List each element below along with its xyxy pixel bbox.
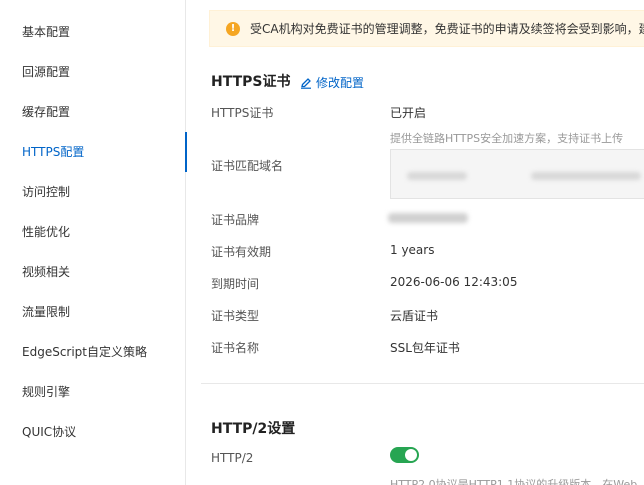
edit-config-link[interactable]: 修改配置 [300, 74, 364, 91]
sidebar-item-label: 访问控制 [22, 185, 71, 199]
domain-match-box [390, 149, 644, 199]
sidebar-item-label: EdgeScript自定义策略 [22, 345, 148, 359]
sidebar-item-access-control[interactable]: 访问控制 [0, 172, 186, 212]
exclamation-icon: ! [226, 21, 240, 36]
http2-label: HTTP/2 [211, 451, 254, 465]
sidebar-item-https-config[interactable]: HTTPS配置 [0, 132, 187, 172]
http2-toggle[interactable] [390, 447, 419, 463]
cert-name-value: SSL包年证书 [390, 341, 460, 355]
sidebar-item-edgescript[interactable]: EdgeScript自定义策略 [0, 332, 186, 372]
section-divider [201, 383, 644, 384]
sidebar-item-traffic-limit[interactable]: 流量限制 [0, 292, 186, 332]
sidebar-item-label: 规则引擎 [22, 385, 71, 399]
edit-icon [301, 77, 311, 89]
cert-type-label: 证书类型 [211, 309, 260, 323]
sidebar-item-label: 视频相关 [22, 265, 71, 279]
https-cert-label: HTTPS证书 [211, 106, 274, 120]
expiry-label: 到期时间 [211, 277, 260, 291]
redacted-brand-value [388, 213, 468, 223]
toggle-knob [405, 449, 417, 461]
warning-banner-text: 受CA机构对免费证书的管理调整，免费证书的申请及续签将会受到影响，建 [250, 22, 644, 36]
redacted-domain [407, 172, 467, 180]
validity-value: 1 years [390, 243, 435, 257]
edit-config-label: 修改配置 [316, 76, 365, 90]
sidebar-item-label: QUIC协议 [22, 425, 77, 439]
https-cert-hint: 提供全链路HTTPS安全加速方案，支持证书上传 [390, 132, 624, 145]
sidebar-item-rule-engine[interactable]: 规则引擎 [0, 372, 186, 412]
sidebar-item-label: HTTPS配置 [22, 145, 85, 159]
https-cert-value: 已开启 [390, 106, 427, 120]
sidebar-item-label: 基本配置 [22, 25, 71, 39]
sidebar-item-label: 缓存配置 [22, 105, 71, 119]
domain-match-label: 证书匹配域名 [211, 159, 284, 173]
sidebar: 基本配置 回源配置 缓存配置 HTTPS配置 访问控制 性能优化 视频相关 流量… [0, 0, 187, 485]
sidebar-item-origin-config[interactable]: 回源配置 [0, 52, 186, 92]
sidebar-item-performance[interactable]: 性能优化 [0, 212, 186, 252]
redacted-domain [531, 172, 641, 180]
sidebar-item-label: 性能优化 [22, 225, 71, 239]
http2-section-title: HTTP/2设置 [211, 421, 296, 437]
brand-label: 证书品牌 [211, 213, 260, 227]
cert-name-label: 证书名称 [211, 341, 260, 355]
validity-label: 证书有效期 [211, 245, 272, 259]
http2-hint: HTTP2.0协议是HTTP1.1协议的升级版本，在Web [390, 478, 638, 485]
warning-banner: ! 受CA机构对免费证书的管理调整，免费证书的申请及续签将会受到影响，建 [209, 10, 644, 47]
sidebar-item-label: 回源配置 [22, 65, 71, 79]
sidebar-item-quic[interactable]: QUIC协议 [0, 412, 186, 452]
sidebar-item-cache-config[interactable]: 缓存配置 [0, 92, 186, 132]
expiry-value: 2026-06-06 12:43:05 [390, 275, 518, 289]
https-section-title: HTTPS证书 [211, 74, 291, 90]
sidebar-item-label: 流量限制 [22, 305, 71, 319]
sidebar-item-video[interactable]: 视频相关 [0, 252, 186, 292]
main-content: ! 受CA机构对免费证书的管理调整，免费证书的申请及续签将会受到影响，建 HTT… [187, 0, 644, 485]
sidebar-item-basic-config[interactable]: 基本配置 [0, 12, 186, 52]
cert-type-value: 云盾证书 [390, 309, 439, 323]
